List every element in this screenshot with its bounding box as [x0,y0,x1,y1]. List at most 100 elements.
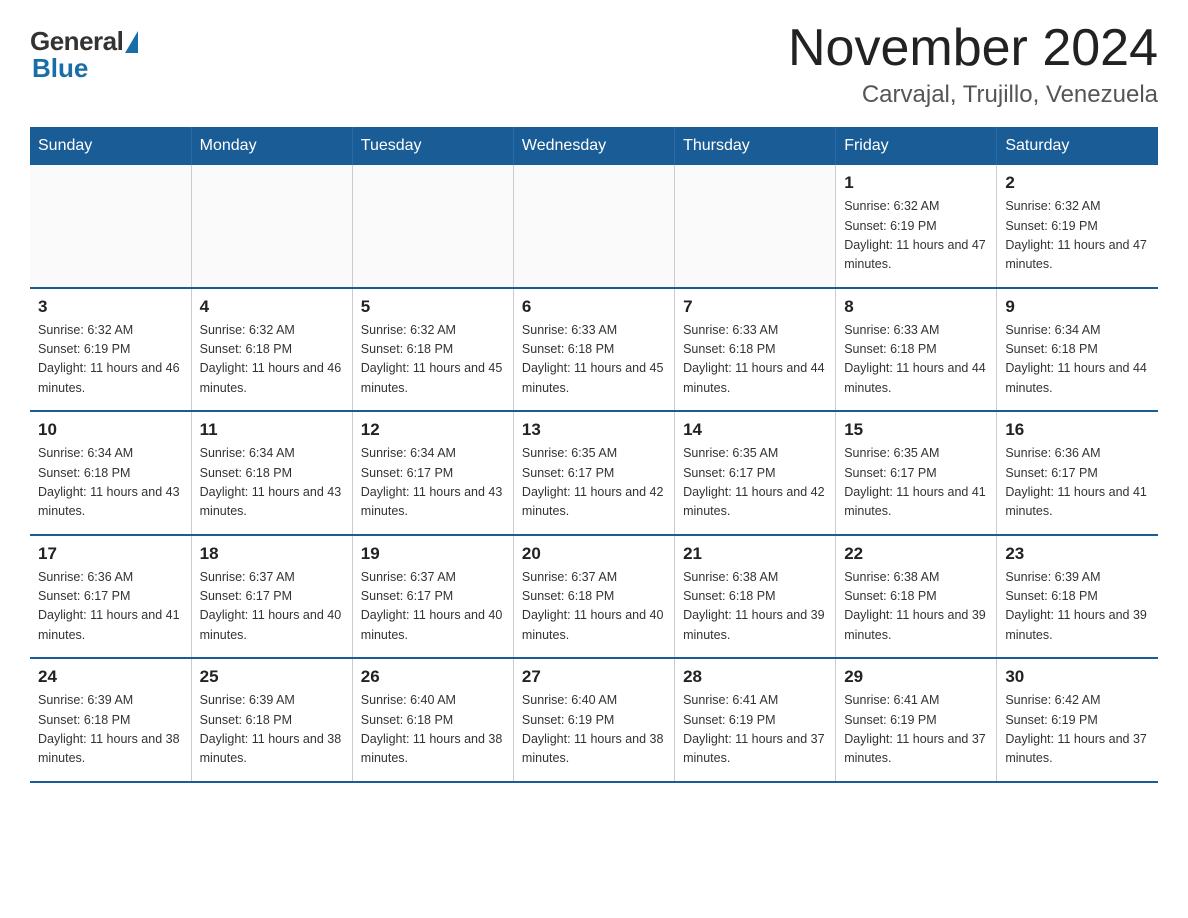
day-info: Sunrise: 6:33 AM Sunset: 6:18 PM Dayligh… [522,321,666,399]
calendar-cell: 8 Sunrise: 6:33 AM Sunset: 6:18 PM Daylig… [836,288,997,412]
day-number: 15 [844,420,988,440]
day-info: Sunrise: 6:35 AM Sunset: 6:17 PM Dayligh… [844,444,988,522]
day-info: Sunrise: 6:39 AM Sunset: 6:18 PM Dayligh… [38,691,183,769]
calendar-week-row: 1 Sunrise: 6:32 AM Sunset: 6:19 PM Daylig… [30,165,1158,288]
logo: General Blue [30,26,138,84]
day-info: Sunrise: 6:40 AM Sunset: 6:18 PM Dayligh… [361,691,505,769]
calendar-cell: 30Sunrise: 6:42 AM Sunset: 6:19 PM Dayli… [997,658,1158,782]
calendar-cell: 21 Sunrise: 6:38 AM Sunset: 6:18 PM Dayli… [675,535,836,659]
calendar-cell: 26Sunrise: 6:40 AM Sunset: 6:18 PM Dayli… [352,658,513,782]
day-info: Sunrise: 6:41 AM Sunset: 6:19 PM Dayligh… [844,691,988,769]
day-info: Sunrise: 6:32 AM Sunset: 6:19 PM Dayligh… [38,321,183,399]
day-number: 17 [38,544,183,564]
calendar-cell: 28Sunrise: 6:41 AM Sunset: 6:19 PM Dayli… [675,658,836,782]
day-number: 6 [522,297,666,317]
title-block: November 2024 Carvajal, Trujillo, Venezu… [788,20,1158,109]
day-number: 30 [1005,667,1150,687]
day-info: Sunrise: 6:38 AM Sunset: 6:18 PM Dayligh… [683,568,827,646]
calendar-cell: 27 Sunrise: 6:40 AM Sunset: 6:19 PM Dayli… [513,658,674,782]
day-info: Sunrise: 6:32 AM Sunset: 6:19 PM Dayligh… [844,197,988,275]
calendar-cell [513,165,674,288]
day-info: Sunrise: 6:37 AM Sunset: 6:17 PM Dayligh… [361,568,505,646]
day-number: 8 [844,297,988,317]
day-number: 9 [1005,297,1150,317]
weekday-header-tuesday: Tuesday [352,127,513,165]
day-number: 20 [522,544,666,564]
calendar-cell: 5 Sunrise: 6:32 AM Sunset: 6:18 PM Daylig… [352,288,513,412]
month-title: November 2024 [788,20,1158,77]
day-number: 3 [38,297,183,317]
calendar-cell: 22 Sunrise: 6:38 AM Sunset: 6:18 PM Dayli… [836,535,997,659]
day-number: 11 [200,420,344,440]
calendar-cell: 24 Sunrise: 6:39 AM Sunset: 6:18 PM Dayli… [30,658,191,782]
day-number: 27 [522,667,666,687]
weekday-header-thursday: Thursday [675,127,836,165]
calendar-header-row: SundayMondayTuesdayWednesdayThursdayFrid… [30,127,1158,165]
day-number: 29 [844,667,988,687]
calendar-week-row: 17 Sunrise: 6:36 AM Sunset: 6:17 PM Dayli… [30,535,1158,659]
calendar-cell: 18 Sunrise: 6:37 AM Sunset: 6:17 PM Dayli… [191,535,352,659]
calendar-cell: 11 Sunrise: 6:34 AM Sunset: 6:18 PM Dayli… [191,411,352,535]
day-info: Sunrise: 6:36 AM Sunset: 6:17 PM Dayligh… [1005,444,1150,522]
day-info: Sunrise: 6:37 AM Sunset: 6:18 PM Dayligh… [522,568,666,646]
day-number: 23 [1005,544,1150,564]
day-info: Sunrise: 6:40 AM Sunset: 6:19 PM Dayligh… [522,691,666,769]
calendar-cell: 29 Sunrise: 6:41 AM Sunset: 6:19 PM Dayli… [836,658,997,782]
day-info: Sunrise: 6:33 AM Sunset: 6:18 PM Dayligh… [683,321,827,399]
day-number: 19 [361,544,505,564]
day-number: 5 [361,297,505,317]
calendar-cell: 13Sunrise: 6:35 AM Sunset: 6:17 PM Dayli… [513,411,674,535]
logo-blue-text: Blue [32,53,88,84]
calendar-cell: 6 Sunrise: 6:33 AM Sunset: 6:18 PM Daylig… [513,288,674,412]
calendar-table: SundayMondayTuesdayWednesdayThursdayFrid… [30,127,1158,783]
day-info: Sunrise: 6:34 AM Sunset: 6:18 PM Dayligh… [200,444,344,522]
day-info: Sunrise: 6:33 AM Sunset: 6:18 PM Dayligh… [844,321,988,399]
day-info: Sunrise: 6:35 AM Sunset: 6:17 PM Dayligh… [522,444,666,522]
calendar-cell: 25Sunrise: 6:39 AM Sunset: 6:18 PM Dayli… [191,658,352,782]
calendar-cell [30,165,191,288]
calendar-cell: 23 Sunrise: 6:39 AM Sunset: 6:18 PM Dayli… [997,535,1158,659]
day-number: 22 [844,544,988,564]
day-info: Sunrise: 6:34 AM Sunset: 6:17 PM Dayligh… [361,444,505,522]
day-number: 24 [38,667,183,687]
day-number: 1 [844,173,988,193]
calendar-cell: 14 Sunrise: 6:35 AM Sunset: 6:17 PM Dayli… [675,411,836,535]
day-info: Sunrise: 6:37 AM Sunset: 6:17 PM Dayligh… [200,568,344,646]
weekday-header-friday: Friday [836,127,997,165]
calendar-cell: 20 Sunrise: 6:37 AM Sunset: 6:18 PM Dayli… [513,535,674,659]
calendar-cell [191,165,352,288]
calendar-cell: 16 Sunrise: 6:36 AM Sunset: 6:17 PM Dayli… [997,411,1158,535]
calendar-cell [352,165,513,288]
calendar-cell [675,165,836,288]
calendar-cell: 9Sunrise: 6:34 AM Sunset: 6:18 PM Daylig… [997,288,1158,412]
day-info: Sunrise: 6:41 AM Sunset: 6:19 PM Dayligh… [683,691,827,769]
calendar-week-row: 10 Sunrise: 6:34 AM Sunset: 6:18 PM Dayli… [30,411,1158,535]
day-info: Sunrise: 6:32 AM Sunset: 6:18 PM Dayligh… [361,321,505,399]
calendar-cell: 4Sunrise: 6:32 AM Sunset: 6:18 PM Daylig… [191,288,352,412]
day-number: 18 [200,544,344,564]
day-info: Sunrise: 6:36 AM Sunset: 6:17 PM Dayligh… [38,568,183,646]
day-number: 14 [683,420,827,440]
day-info: Sunrise: 6:38 AM Sunset: 6:18 PM Dayligh… [844,568,988,646]
logo-triangle-icon [125,31,138,53]
calendar-cell: 1 Sunrise: 6:32 AM Sunset: 6:19 PM Daylig… [836,165,997,288]
calendar-cell: 2 Sunrise: 6:32 AM Sunset: 6:19 PM Daylig… [997,165,1158,288]
calendar-cell: 12 Sunrise: 6:34 AM Sunset: 6:17 PM Dayli… [352,411,513,535]
calendar-cell: 17 Sunrise: 6:36 AM Sunset: 6:17 PM Dayli… [30,535,191,659]
location-subtitle: Carvajal, Trujillo, Venezuela [788,81,1158,109]
page-header: General Blue November 2024 Carvajal, Tru… [30,20,1158,109]
day-number: 16 [1005,420,1150,440]
day-number: 2 [1005,173,1150,193]
calendar-cell: 3 Sunrise: 6:32 AM Sunset: 6:19 PM Daylig… [30,288,191,412]
day-info: Sunrise: 6:32 AM Sunset: 6:19 PM Dayligh… [1005,197,1150,275]
day-number: 25 [200,667,344,687]
day-number: 10 [38,420,183,440]
day-number: 7 [683,297,827,317]
day-number: 4 [200,297,344,317]
day-number: 12 [361,420,505,440]
weekday-header-sunday: Sunday [30,127,191,165]
day-number: 21 [683,544,827,564]
day-info: Sunrise: 6:35 AM Sunset: 6:17 PM Dayligh… [683,444,827,522]
day-info: Sunrise: 6:39 AM Sunset: 6:18 PM Dayligh… [1005,568,1150,646]
calendar-cell: 7 Sunrise: 6:33 AM Sunset: 6:18 PM Daylig… [675,288,836,412]
